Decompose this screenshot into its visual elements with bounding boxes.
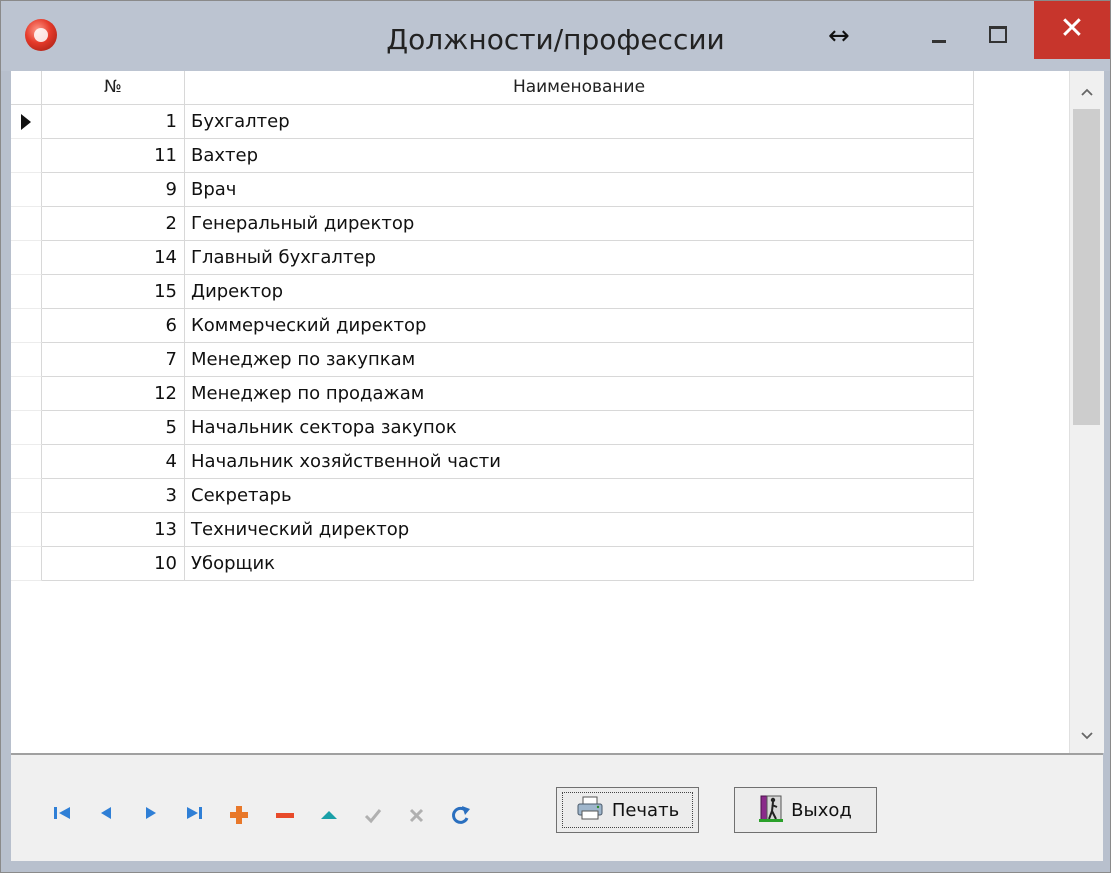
table-row[interactable]: 11 Вахтер (11, 139, 974, 173)
focus-rectangle (562, 792, 693, 828)
table-row[interactable]: 1 Бухгалтер (11, 105, 974, 139)
cell-number[interactable]: 7 (42, 343, 185, 377)
cell-name[interactable]: Менеджер по продажам (185, 377, 974, 411)
cell-number[interactable]: 6 (42, 309, 185, 343)
cancel-record-icon[interactable] (405, 803, 435, 827)
table-row[interactable]: 3 Секретарь (11, 479, 974, 513)
column-header-name[interactable]: Наименование (185, 71, 974, 105)
cell-name[interactable]: Секретарь (185, 479, 974, 513)
post-record-icon[interactable] (361, 803, 391, 827)
table-row[interactable]: 10 Уборщик (11, 547, 974, 581)
table-row[interactable]: 5 Начальник сектора закупок (11, 411, 974, 445)
maximize-button[interactable] (982, 21, 1012, 51)
cell-number[interactable]: 9 (42, 173, 185, 207)
cell-number[interactable]: 5 (42, 411, 185, 445)
next-record-icon[interactable] (139, 803, 169, 827)
row-indicator[interactable] (11, 207, 42, 241)
table-row[interactable]: 13 Технический директор (11, 513, 974, 547)
row-indicator[interactable] (11, 547, 42, 581)
table-row[interactable]: 7 Менеджер по закупкам (11, 343, 974, 377)
table-row[interactable]: 14 Главный бухгалтер (11, 241, 974, 275)
cell-name[interactable]: Начальник сектора закупок (185, 411, 974, 445)
cell-name[interactable]: Бухгалтер (185, 105, 974, 139)
last-record-icon[interactable] (182, 803, 212, 827)
table-row[interactable]: 9 Врач (11, 173, 974, 207)
cell-number[interactable]: 15 (42, 275, 185, 309)
table-row[interactable]: 12 Менеджер по продажам (11, 377, 974, 411)
cell-number[interactable]: 12 (42, 377, 185, 411)
table-row[interactable]: 15 Директор (11, 275, 974, 309)
minimize-button[interactable] (924, 21, 954, 51)
cell-number[interactable]: 1 (42, 105, 185, 139)
header-indicator-cell (11, 71, 42, 105)
main-window: Должности/профессии ↔ ✕ № Наименование 1… (0, 0, 1111, 873)
horizontal-arrows-icon: ↔ (828, 21, 850, 51)
table-row[interactable]: 6 Коммерческий директор (11, 309, 974, 343)
grid-table: № Наименование 1 Бухгалтер 11 Вахтер 9 Врач 2 Г… (11, 71, 974, 581)
row-indicator[interactable] (11, 343, 42, 377)
exit-button[interactable]: Выход (734, 787, 877, 833)
close-icon: ✕ (1059, 11, 1085, 46)
cell-name[interactable]: Директор (185, 275, 974, 309)
row-indicator[interactable] (11, 139, 42, 173)
column-header-number[interactable]: № (42, 71, 185, 105)
cell-name[interactable]: Генеральный директор (185, 207, 974, 241)
data-grid[interactable]: № Наименование 1 Бухгалтер 11 Вахтер 9 Врач 2 Г… (11, 71, 1104, 753)
cell-name[interactable]: Технический директор (185, 513, 974, 547)
close-button[interactable]: ✕ (1034, 1, 1110, 59)
row-indicator[interactable] (11, 275, 42, 309)
cell-name[interactable]: Главный бухгалтер (185, 241, 974, 275)
delete-record-icon[interactable] (273, 803, 303, 827)
exit-button-label: Выход (791, 799, 852, 821)
row-indicator[interactable] (11, 411, 42, 445)
first-record-icon[interactable] (51, 803, 81, 827)
current-row-arrow-icon (21, 114, 31, 130)
cell-name[interactable]: Уборщик (185, 547, 974, 581)
table-row[interactable]: 4 Начальник хозяйственной части (11, 445, 974, 479)
grid-header: № Наименование (11, 71, 974, 105)
print-button[interactable]: Печать (556, 787, 699, 833)
title-bar[interactable]: Должности/профессии ↔ ✕ (1, 1, 1110, 71)
row-indicator[interactable] (11, 241, 42, 275)
cell-number[interactable]: 4 (42, 445, 185, 479)
exit-door-icon (759, 793, 784, 828)
scrollbar-thumb[interactable] (1073, 109, 1100, 425)
insert-record-icon[interactable] (227, 803, 257, 827)
row-indicator[interactable] (11, 173, 42, 207)
cell-number[interactable]: 10 (42, 547, 185, 581)
cell-number[interactable]: 2 (42, 207, 185, 241)
cell-number[interactable]: 14 (42, 241, 185, 275)
vertical-scrollbar[interactable] (1069, 71, 1104, 753)
cell-number[interactable]: 13 (42, 513, 185, 547)
refresh-icon[interactable] (449, 803, 479, 827)
cell-number[interactable]: 11 (42, 139, 185, 173)
row-indicator[interactable] (11, 377, 42, 411)
table-row[interactable]: 2 Генеральный директор (11, 207, 974, 241)
row-indicator[interactable] (11, 105, 42, 139)
bottom-toolbar: Печать Выход (11, 755, 1103, 861)
row-indicator[interactable] (11, 309, 42, 343)
cell-number[interactable]: 3 (42, 479, 185, 513)
cell-name[interactable]: Менеджер по закупкам (185, 343, 974, 377)
cell-name[interactable]: Вахтер (185, 139, 974, 173)
prior-record-icon[interactable] (94, 803, 124, 827)
client-area: № Наименование 1 Бухгалтер 11 Вахтер 9 Врач 2 Г… (11, 71, 1104, 861)
scroll-down-icon[interactable] (1070, 717, 1104, 753)
cell-name[interactable]: Коммерческий директор (185, 309, 974, 343)
row-indicator[interactable] (11, 445, 42, 479)
row-indicator[interactable] (11, 479, 42, 513)
scroll-up-icon[interactable] (1070, 71, 1104, 107)
row-indicator[interactable] (11, 513, 42, 547)
edit-record-icon[interactable] (317, 803, 347, 827)
cell-name[interactable]: Врач (185, 173, 974, 207)
grid-rows: 1 Бухгалтер 11 Вахтер 9 Врач 2 Генеральный дире… (11, 105, 974, 581)
cell-name[interactable]: Начальник хозяйственной части (185, 445, 974, 479)
